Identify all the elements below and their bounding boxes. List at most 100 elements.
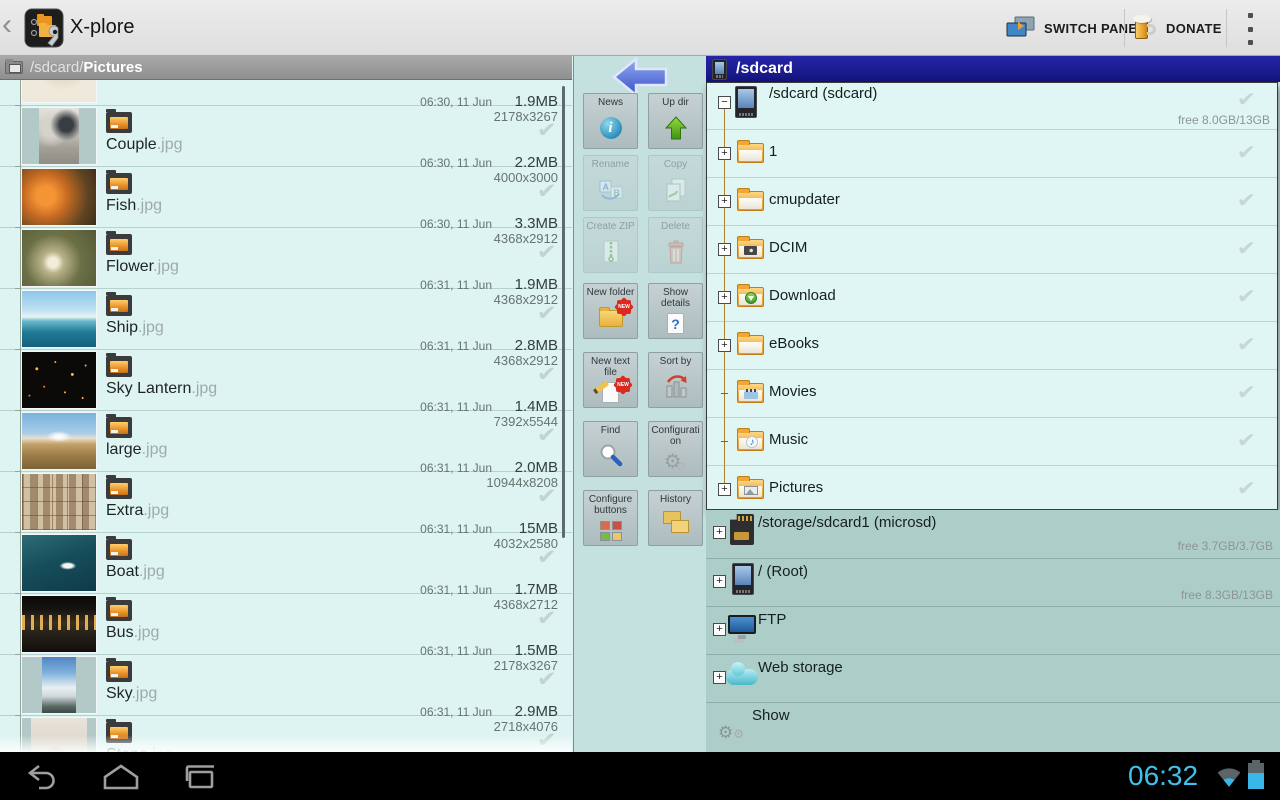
wifi-icon xyxy=(1216,766,1242,788)
sort-icon xyxy=(663,374,689,400)
right-pane-header[interactable]: /sdcard xyxy=(706,56,1280,82)
toolbar-button-find[interactable]: Find xyxy=(583,421,638,477)
toolbar-button-copy: Copy xyxy=(648,155,703,211)
file-list-scrollbar[interactable] xyxy=(562,86,565,538)
toolbar-button-configuration[interactable]: Configuration ⚙⚙ xyxy=(648,421,703,477)
toolbar-button-rename: Rename A B xyxy=(583,155,638,211)
donate-button[interactable]: DONATE xyxy=(1134,0,1222,56)
movies-folder-icon xyxy=(737,383,764,403)
expand-icon[interactable]: + xyxy=(713,671,726,684)
leaf-dash-icon: – xyxy=(718,435,731,448)
file-thumbnail xyxy=(21,229,97,287)
expand-icon[interactable]: + xyxy=(713,623,726,636)
image-file-icon xyxy=(106,234,132,255)
tree-item-dcim[interactable]: + DCIM ✔ xyxy=(707,225,1277,273)
file-ext: .jpg xyxy=(153,258,179,275)
file-thumbnail xyxy=(21,290,97,348)
file-date: 06:31, 11 Jun xyxy=(420,705,492,719)
collapse-pane-arrow[interactable] xyxy=(610,56,670,98)
file-size: 1.9MB xyxy=(506,93,558,110)
file-date: 06:31, 11 Jun xyxy=(420,339,492,353)
check-icon: ✔ xyxy=(537,423,557,448)
toolbar-button-new-text-file[interactable]: New text file NEW xyxy=(583,352,638,408)
device-row-microsd[interactable]: + /storage/sdcard1 (microsd) free 3.7GB/… xyxy=(706,510,1280,558)
file-list[interactable]: Couple.jpg 06:30, 11 Jun1.9MB 2178x3267 … xyxy=(0,80,572,752)
overflow-menu-icon[interactable] xyxy=(1240,13,1260,45)
expand-icon[interactable]: + xyxy=(718,147,731,160)
toolbar-button-new-folder[interactable]: New folder NEW xyxy=(583,283,638,339)
toolbar-button-delete: Delete xyxy=(648,217,703,273)
image-file-icon xyxy=(106,417,132,438)
expand-icon[interactable]: + xyxy=(713,526,726,539)
file-date: 06:30, 11 Jun xyxy=(420,217,492,231)
back-chevron-icon[interactable]: ‹ xyxy=(2,8,12,42)
check-icon: ✔ xyxy=(537,118,557,143)
free-space-label: free 8.3GB/13GB xyxy=(1181,588,1273,602)
expand-icon[interactable]: + xyxy=(718,339,731,352)
actionbar-divider xyxy=(1226,9,1227,47)
image-file-icon xyxy=(106,539,132,560)
toolbar-button-history[interactable]: History xyxy=(648,490,703,546)
breadcrumb-current: Pictures xyxy=(83,59,142,76)
search-icon xyxy=(598,443,624,469)
file-date: 06:31, 11 Jun xyxy=(420,278,492,292)
file-thumbnail xyxy=(21,473,97,531)
file-ext: .jpg xyxy=(139,563,165,580)
check-icon: ✔ xyxy=(1237,236,1256,261)
status-clock[interactable]: 06:32 xyxy=(1128,760,1198,792)
file-date: 06:31, 11 Jun xyxy=(420,522,492,536)
download-folder-icon xyxy=(737,287,764,307)
expand-icon[interactable]: + xyxy=(718,483,731,496)
tree-item-folder[interactable]: + cmupdater ✔ xyxy=(707,177,1277,225)
toolbar-button-show-details[interactable]: Show details ? xyxy=(648,283,703,339)
breadcrumb[interactable]: /sdcard/Pictures xyxy=(0,56,572,80)
collapse-icon[interactable]: − xyxy=(718,96,731,109)
nav-recents-icon[interactable] xyxy=(181,763,221,791)
leaf-dash-icon: – xyxy=(718,387,731,400)
device-row-web-storage[interactable]: + Web storage xyxy=(706,654,1280,702)
buttons-grid-icon xyxy=(600,521,622,541)
toolbar-button-configure-buttons[interactable]: Configure buttons xyxy=(583,490,638,546)
tree-item-folder[interactable]: + eBooks ✔ xyxy=(707,321,1277,369)
toolbar-button-create-zip: Create ZIP xyxy=(583,217,638,273)
toolbar-button-up-dir[interactable]: Up dir xyxy=(648,93,703,149)
folder-icon xyxy=(737,143,764,163)
expand-icon[interactable]: + xyxy=(718,195,731,208)
tree-item-pictures[interactable]: + Pictures ✔ xyxy=(707,465,1277,510)
nav-back-icon[interactable] xyxy=(22,763,62,791)
file-date: 06:30, 11 Jun xyxy=(420,156,492,170)
toolbar-button-news[interactable]: News i xyxy=(583,93,638,149)
file-size: 2.8MB xyxy=(506,337,558,354)
file-name: Extra xyxy=(106,502,143,519)
toolbar-button-sort-by[interactable]: Sort by xyxy=(648,352,703,408)
check-icon: ✔ xyxy=(1237,188,1256,213)
image-file-icon xyxy=(106,356,132,377)
app-logo-icon[interactable] xyxy=(24,8,64,48)
tree-item-sdcard-root[interactable]: − /sdcard (sdcard) free 8.0GB/13GB ✔ xyxy=(707,83,1277,129)
nav-home-icon[interactable] xyxy=(101,763,141,791)
image-file-icon xyxy=(106,600,132,621)
top-action-bar: ‹ X-plore SWITCH PANE DONA xyxy=(0,0,1280,56)
expand-icon[interactable]: + xyxy=(713,575,726,588)
actionbar-divider xyxy=(1124,9,1125,47)
device-phone-icon xyxy=(735,86,757,118)
device-row-ftp[interactable]: + FTP xyxy=(706,606,1280,654)
tree-item-music[interactable]: – ♪ Music ✔ xyxy=(707,417,1277,465)
expand-icon[interactable]: + xyxy=(718,291,731,304)
folder-icon xyxy=(737,335,764,355)
file-thumbnail xyxy=(21,656,97,714)
switch-pane-button[interactable]: SWITCH PANE xyxy=(1006,0,1137,56)
file-date: 06:31, 11 Jun xyxy=(420,644,492,658)
device-phone-icon xyxy=(712,59,727,80)
tree-item-folder[interactable]: + 1 ✔ xyxy=(707,129,1277,177)
folder-tree-panel: − /sdcard (sdcard) free 8.0GB/13GB ✔ + 1… xyxy=(706,82,1278,510)
up-arrow-icon xyxy=(663,115,689,141)
music-folder-icon: ♪ xyxy=(737,431,764,451)
device-row-show[interactable]: ⚙⚙ Show xyxy=(706,702,1280,752)
check-icon: ✔ xyxy=(1237,284,1256,309)
device-row-root[interactable]: + / (Root) free 8.3GB/13GB xyxy=(706,558,1280,606)
android-nav-bar: 06:32 xyxy=(0,752,1280,800)
expand-icon[interactable]: + xyxy=(718,243,731,256)
tree-item-movies[interactable]: – Movies ✔ xyxy=(707,369,1277,417)
tree-item-download[interactable]: + Download ✔ xyxy=(707,273,1277,321)
